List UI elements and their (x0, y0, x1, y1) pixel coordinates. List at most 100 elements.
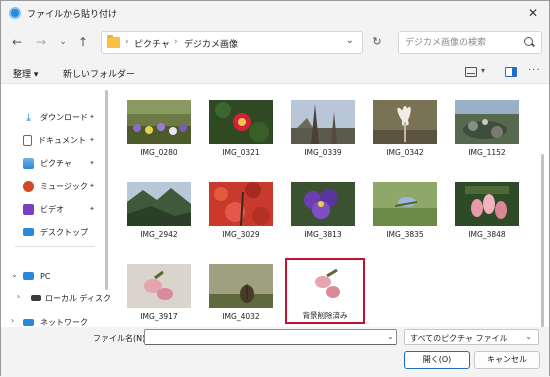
view-layout-icon[interactable] (465, 67, 477, 77)
cancel-button[interactable]: キャンセル (474, 351, 540, 369)
pin-icon: ✦ (89, 136, 95, 144)
sidebar-item-label: PC (40, 271, 51, 281)
command-bar: 整理 ▾ 新しいフォルダー ▾ ··· (1, 64, 549, 82)
file-thumbnail[interactable]: IMG_3848 (451, 172, 523, 239)
sidebar-item-label: ネットワーク (40, 317, 88, 327)
file-name: IMG_0280 (140, 148, 178, 157)
expand-chevron-icon[interactable]: › (11, 316, 14, 325)
search-icon[interactable] (524, 37, 533, 46)
breadcrumb-camera-images[interactable]: デジカメ画像 (184, 37, 238, 50)
close-button[interactable]: ✕ (523, 4, 543, 22)
forward-button[interactable]: → (33, 34, 49, 50)
address-history-chevron-icon[interactable]: ⌄ (346, 35, 354, 46)
file-name: IMG_0321 (222, 148, 260, 157)
document-icon (23, 134, 32, 146)
file-thumbnail[interactable]: IMG_1152 (451, 90, 523, 157)
view-options-chevron-icon[interactable]: ▾ (481, 66, 485, 75)
photo-thumbnail-image (291, 100, 355, 144)
file-thumbnail[interactable]: IMG_0321 (205, 90, 277, 157)
file-name: IMG_0342 (386, 148, 424, 157)
photo-thumbnail-image (127, 264, 191, 308)
photo-thumbnail-image (291, 182, 355, 226)
collapse-chevron-icon[interactable]: ⌄ (11, 270, 18, 279)
more-options-button[interactable]: ··· (528, 65, 541, 76)
organize-button[interactable]: 整理 ▾ (13, 67, 38, 80)
file-thumbnail[interactable]: IMG_2942 (123, 172, 195, 239)
file-thumbnail[interactable]: IMG_4032 (205, 254, 277, 321)
browser-body: ⤓ ダウンロード ✦ ドキュメント ✦ ピクチャ ✦ ミュージック ✦ ビデオ (1, 83, 549, 330)
sidebar-divider (15, 246, 95, 247)
pin-icon: ✦ (89, 113, 95, 121)
file-thumbnail[interactable]: IMG_3835 (369, 172, 441, 239)
recent-locations-button[interactable]: ⌄ (55, 34, 71, 50)
expand-chevron-icon[interactable]: › (17, 292, 20, 301)
breadcrumb-separator: › (174, 37, 178, 47)
file-thumbnail[interactable]: IMG_3813 (287, 172, 359, 239)
address-bar[interactable]: › ピクチャ › デジカメ画像 ⌄ (101, 31, 363, 54)
breadcrumb-pictures[interactable]: ピクチャ (134, 37, 170, 50)
file-thumbnail[interactable]: IMG_3029 (205, 172, 277, 239)
dialog-footer: ファイル名(N): ⌄ すべてのピクチャ ファイル ⌄ 開く(O) キャンセル (1, 327, 549, 377)
navigation-pane: ⤓ ダウンロード ✦ ドキュメント ✦ ピクチャ ✦ ミュージック ✦ ビデオ (1, 84, 111, 328)
file-grid: IMG_0280 IMG_0321 IMG_0339 IMG_0342 IMG_… (113, 84, 544, 330)
new-folder-button[interactable]: 新しいフォルダー (63, 67, 135, 80)
sidebar-item-downloads[interactable]: ⤓ ダウンロード (23, 109, 88, 125)
pictures-icon (23, 157, 34, 169)
sidebar-item-videos[interactable]: ビデオ (23, 201, 64, 217)
pin-icon: ✦ (89, 182, 95, 190)
preview-pane-icon[interactable] (505, 67, 517, 77)
sidebar-item-desktop[interactable]: デスクトップ (23, 224, 88, 240)
sidebar-item-label: ピクチャ (40, 158, 72, 168)
photo-thumbnail-image (209, 264, 273, 308)
filename-field[interactable]: ⌄ (144, 329, 397, 345)
file-thumbnail[interactable]: IMG_0339 (287, 90, 359, 157)
file-name: IMG_3029 (222, 230, 260, 239)
filetype-chevron-icon: ⌄ (525, 332, 532, 341)
filename-history-chevron-icon[interactable]: ⌄ (387, 332, 394, 341)
refresh-button[interactable]: ↻ (369, 34, 385, 50)
network-icon (23, 318, 34, 326)
filename-label: ファイル名(N): (93, 334, 148, 343)
content-scrollbar[interactable] (541, 154, 544, 330)
pin-icon: ✦ (89, 159, 95, 167)
file-name: 背景削除済み (302, 311, 348, 320)
photo-thumbnail-image (127, 100, 191, 144)
file-name: IMG_3813 (304, 230, 342, 239)
up-button[interactable]: ↑ (75, 34, 91, 50)
search-input[interactable] (405, 36, 515, 50)
sidebar-item-pictures[interactable]: ピクチャ (23, 155, 72, 171)
sidebar-item-label: ダウンロード (40, 112, 88, 122)
photo-thumbnail-image (127, 182, 191, 226)
sidebar-item-local-disk[interactable]: ローカル ディスク (31, 290, 111, 306)
photo-thumbnail-image (455, 100, 519, 144)
sidebar-item-label: ビデオ (40, 204, 64, 214)
sidebar-item-documents[interactable]: ドキュメント (23, 132, 86, 148)
back-button[interactable]: ← (9, 34, 25, 50)
music-icon (23, 180, 34, 192)
search-box[interactable] (398, 31, 542, 54)
photo-thumbnail-image (373, 182, 437, 226)
sidebar-item-pc[interactable]: PC (23, 268, 50, 284)
file-name: IMG_2942 (140, 230, 178, 239)
file-dialog-window: ファイルから貼り付け ✕ ← → ⌄ ↑ › ピクチャ › デジカメ画像 ⌄ ↻… (0, 0, 550, 377)
file-name: IMG_1152 (468, 148, 506, 157)
app-icon (9, 7, 21, 19)
photo-thumbnail-image (209, 100, 273, 144)
file-name: IMG_4032 (222, 312, 260, 321)
sidebar-item-label: ミュージック (40, 181, 88, 191)
file-thumbnail[interactable]: IMG_0342 (369, 90, 441, 157)
filetype-select[interactable]: すべてのピクチャ ファイル ⌄ (404, 329, 539, 345)
file-thumbnail[interactable]: IMG_3917 (123, 254, 195, 321)
video-icon (23, 203, 34, 215)
sidebar-scrollbar[interactable] (105, 90, 108, 290)
file-thumbnail-selected[interactable]: 背景削除済み (285, 258, 365, 324)
open-button[interactable]: 開く(O) (404, 351, 470, 369)
file-thumbnail[interactable]: IMG_0280 (123, 90, 195, 157)
photo-thumbnail-image (373, 100, 437, 144)
sidebar-item-music[interactable]: ミュージック (23, 178, 88, 194)
breadcrumb-separator: › (125, 37, 129, 47)
sidebar-item-label: ドキュメント (38, 135, 86, 145)
title-bar: ファイルから貼り付け ✕ (1, 1, 549, 25)
disk-icon (31, 295, 41, 301)
sidebar-item-label: デスクトップ (40, 227, 88, 237)
